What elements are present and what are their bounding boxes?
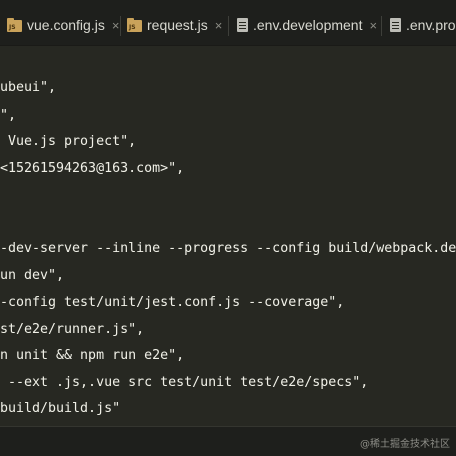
tab-env-production[interactable]: .env.prod [390, 13, 456, 37]
text-file-icon [390, 18, 401, 32]
text-file-icon [237, 18, 248, 32]
code-line: -config test/unit/jest.conf.js --coverag… [0, 295, 345, 310]
tab-separator [120, 16, 121, 36]
close-icon[interactable]: × [112, 18, 120, 33]
js-file-icon: JS [7, 17, 22, 33]
code-line: st/e2e/runner.js", [0, 322, 145, 337]
code-line: --ext .js,.vue src test/unit test/e2e/sp… [0, 375, 369, 390]
tab-vue-config[interactable]: JS vue.config.js × [7, 13, 119, 37]
tab-label: .env.development [253, 17, 363, 33]
tab-separator [228, 16, 229, 36]
tab-label: .env.prod [406, 17, 456, 33]
code-line: ubeui", [0, 80, 57, 95]
code-line: Vue.js project", [0, 134, 137, 149]
tab-label: vue.config.js [27, 17, 105, 33]
close-icon[interactable]: × [369, 18, 377, 33]
tab-env-development[interactable]: .env.development × [237, 13, 377, 37]
tab-request[interactable]: JS request.js × [127, 13, 222, 37]
code-editor[interactable]: ubeui", ", Vue.js project", <15261594263… [0, 46, 456, 426]
code-line: un dev", [0, 268, 65, 283]
close-icon[interactable]: × [215, 18, 223, 33]
code-line: n unit && npm run e2e", [0, 348, 185, 363]
code-line: ", [0, 108, 17, 123]
status-bar: @稀土掘金技术社区 [0, 426, 456, 456]
tab-separator [381, 16, 382, 36]
watermark: @稀土掘金技术社区 [360, 439, 450, 450]
tab-label: request.js [147, 17, 208, 33]
code-line: <15261594263@163.com>", [0, 161, 185, 176]
js-file-icon: JS [127, 17, 142, 33]
tab-bar: JS vue.config.js × JS request.js × .env.… [0, 0, 456, 46]
code-line: build/build.js" [0, 401, 121, 416]
code-line: -dev-server --inline --progress --config… [0, 241, 456, 256]
